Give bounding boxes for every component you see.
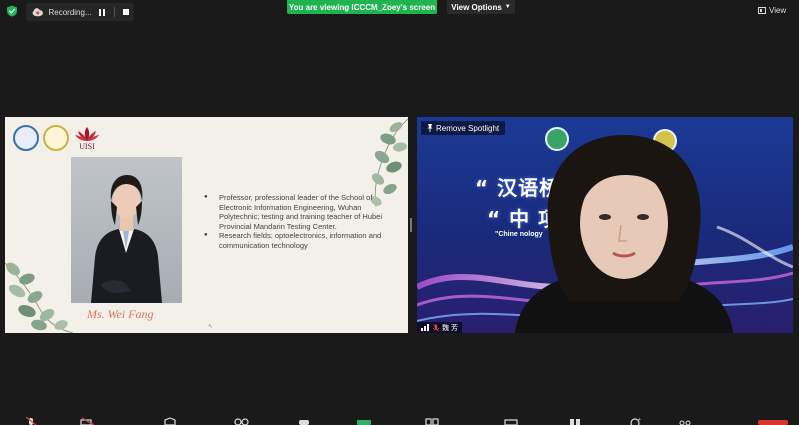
partner-logo xyxy=(43,125,69,151)
view-options-label: View Options xyxy=(451,2,502,12)
university-logo xyxy=(13,125,39,151)
end-meeting-button[interactable] xyxy=(758,417,788,425)
remove-spotlight-button[interactable]: Remove Spotlight xyxy=(421,121,506,135)
bio-bullet: Professor, professional leader of the Sc… xyxy=(204,193,384,231)
security-shield-icon[interactable] xyxy=(6,5,18,17)
recording-label: Recording... xyxy=(48,7,92,17)
stop-video-icon[interactable] xyxy=(80,417,96,425)
uisi-logo: UISI xyxy=(73,125,101,155)
mute-microphone-icon[interactable] xyxy=(24,417,38,425)
speaker-name-caption: Ms. Wei Fang xyxy=(87,307,154,321)
reactions-icon[interactable]: + xyxy=(628,417,642,425)
lotus-icon xyxy=(75,127,99,141)
mic-muted-icon xyxy=(433,323,439,332)
split-resize-handle[interactable] xyxy=(410,218,412,232)
closed-caption-icon[interactable] xyxy=(504,417,518,425)
pause-recording-button[interactable] xyxy=(94,5,109,19)
cloud-recording-icon xyxy=(32,8,44,17)
recording-separator xyxy=(113,7,115,17)
meeting-top-bar: Recording... You are viewing ICCCM_Zoey'… xyxy=(0,0,799,22)
speaker-bio-list: Professor, professional leader of the Sc… xyxy=(204,193,384,250)
bio-bullet: Research fields: optoelectronics, inform… xyxy=(204,231,384,250)
speaker-portrait xyxy=(71,157,182,303)
chevron-down-icon: ▼ xyxy=(504,4,511,10)
participant-name: 魏 芳 xyxy=(442,324,458,332)
viewing-screen-banner: You are viewing ICCCM_Zoey's screen xyxy=(287,0,437,14)
mouse-pointer-icon: ↖ xyxy=(208,324,214,330)
speaker-portrait-image xyxy=(91,175,162,303)
shared-screen-slide: UISI Ms. Wei Fang Professor, professiona… xyxy=(5,117,408,333)
participant-name-tag: 魏 芳 xyxy=(417,322,462,333)
remove-spotlight-label: Remove Spotlight xyxy=(436,123,500,133)
share-screen-icon[interactable] xyxy=(356,417,372,425)
connection-signal-icon xyxy=(421,324,430,331)
pause-icon xyxy=(99,8,106,16)
record-icon[interactable] xyxy=(424,417,440,425)
stop-icon xyxy=(123,9,130,15)
uisi-logo-text: UISI xyxy=(79,142,95,151)
view-label: View xyxy=(769,5,787,15)
participants-icon[interactable] xyxy=(230,417,252,425)
institution-logos: UISI xyxy=(13,125,101,155)
view-button[interactable]: View xyxy=(758,3,796,17)
meeting-controls-toolbar: + xyxy=(0,417,799,425)
view-options-button[interactable]: View Options ▼ xyxy=(447,0,515,14)
recording-indicator: Recording... xyxy=(26,3,134,21)
security-icon[interactable] xyxy=(163,417,177,425)
stop-recording-button[interactable] xyxy=(119,5,134,19)
more-apps-icon[interactable] xyxy=(678,417,692,425)
spotlight-video-tile[interactable]: “ 汉语桥 信技术 “ 中 项目 "Chine nology Remove Sp… xyxy=(417,117,793,333)
eucalyptus-leaves-bottom-left xyxy=(5,262,74,333)
pin-icon xyxy=(427,124,433,132)
svg-text:+: + xyxy=(638,417,641,423)
breakout-rooms-icon[interactable] xyxy=(568,417,582,425)
view-layout-icon xyxy=(758,6,766,14)
chat-icon[interactable] xyxy=(297,417,311,425)
speaker-video-feed xyxy=(515,135,733,333)
